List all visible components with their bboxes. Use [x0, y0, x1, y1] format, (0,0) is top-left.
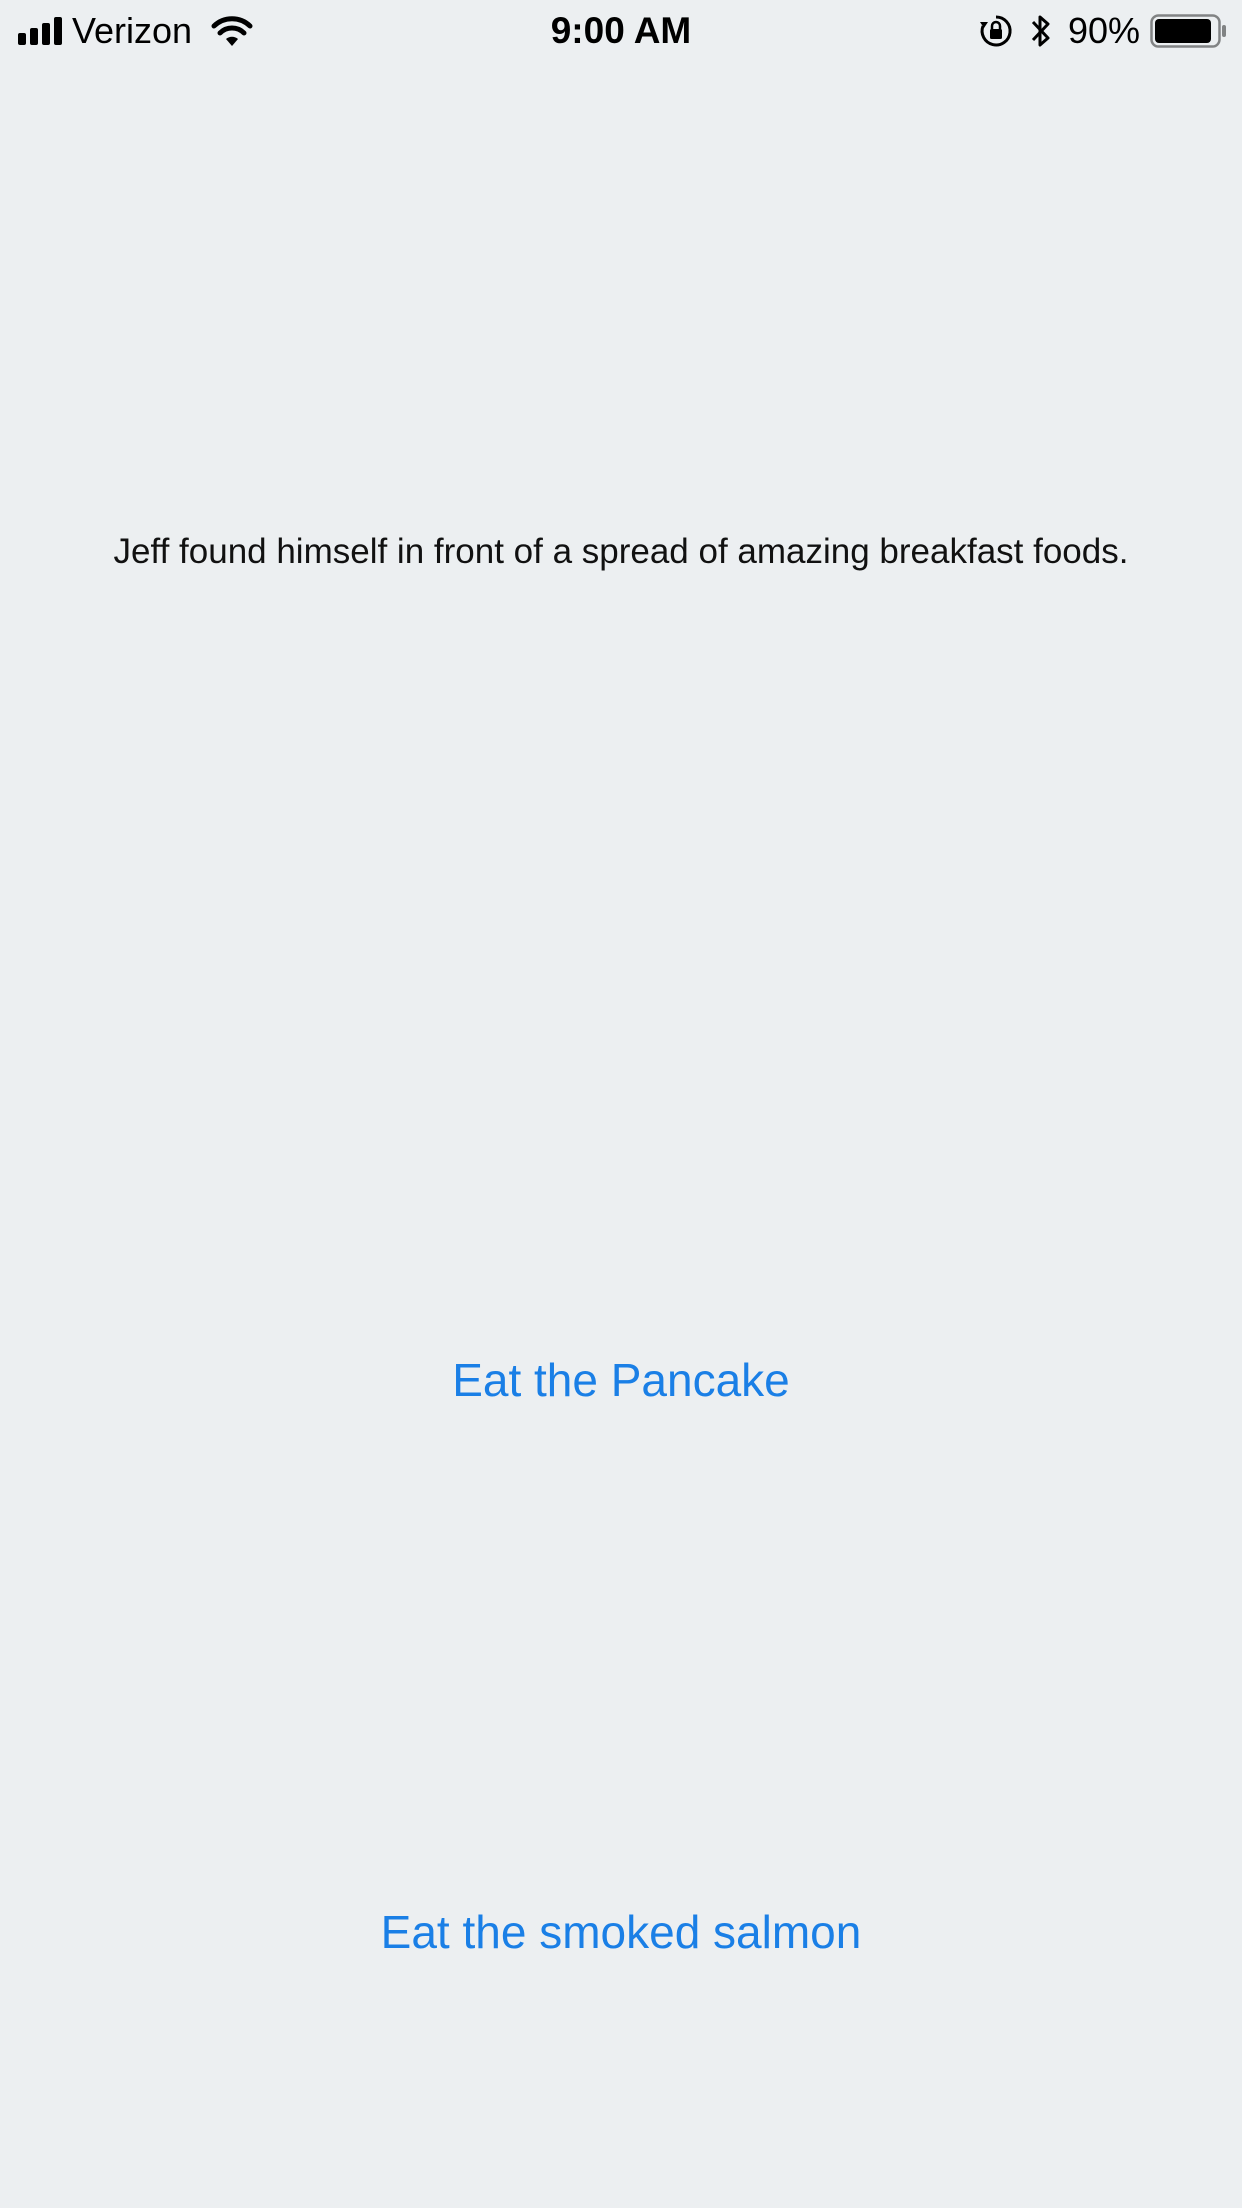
rotation-lock-icon [979, 15, 1012, 47]
choice-pancake-button[interactable]: Eat the Pancake [0, 1350, 1242, 1410]
choice-smoked-salmon-button[interactable]: Eat the smoked salmon [0, 1902, 1242, 1962]
status-right: 90% [978, 8, 1228, 54]
story-text: Jeff found himself in front of a spread … [113, 532, 1129, 571]
bluetooth-icon [1031, 15, 1050, 47]
battery-percent: 90% [1067, 10, 1140, 51]
status-bar: Verizon 9:00 AM 90% [0, 0, 1242, 62]
battery-icon [1150, 14, 1226, 48]
